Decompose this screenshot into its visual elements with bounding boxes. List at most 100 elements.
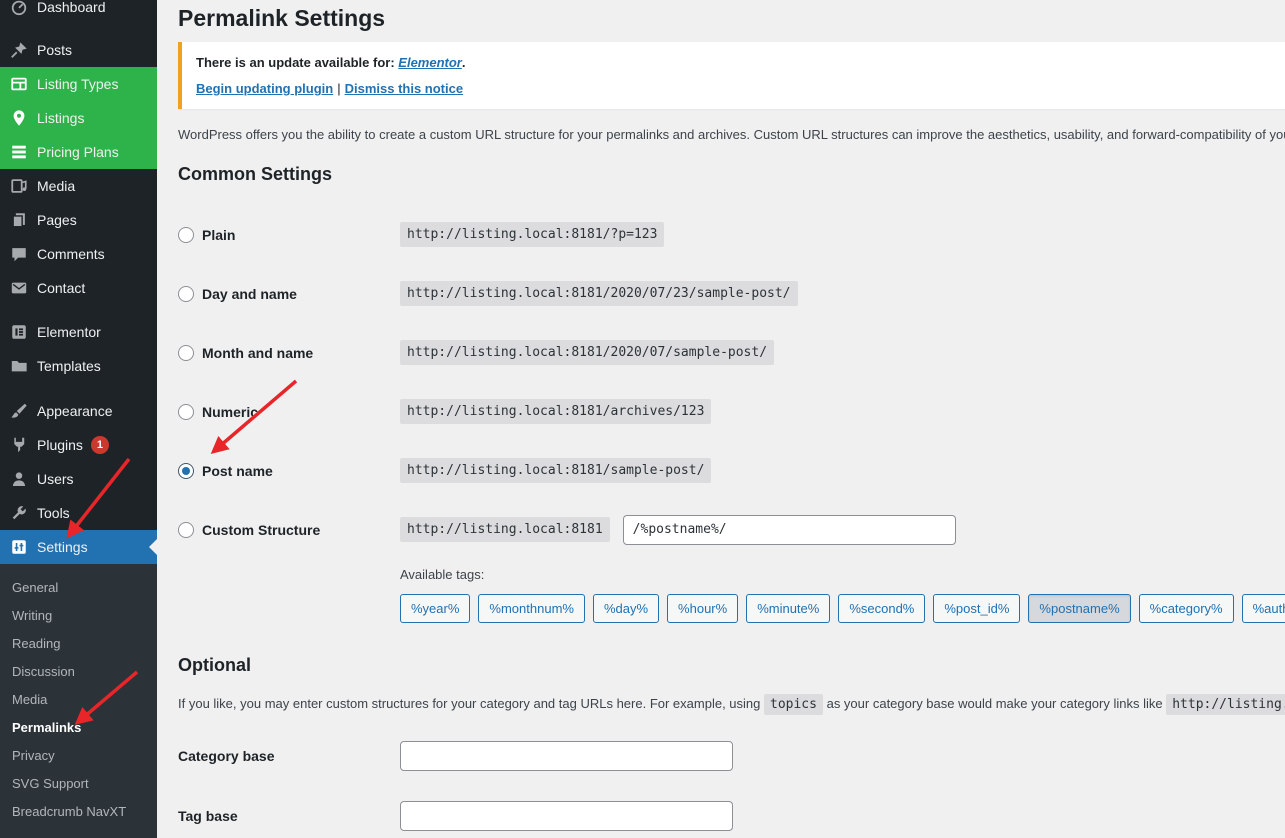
user-icon <box>9 469 29 489</box>
sidebar-item-contact[interactable]: Contact <box>0 271 157 305</box>
sidebar-item-label: Comments <box>37 246 105 262</box>
wrench-icon <box>9 503 29 523</box>
intro-paragraph: WordPress offers you the ability to crea… <box>178 127 1285 142</box>
settings-icon <box>9 537 29 557</box>
sidebar-item-posts[interactable]: Posts <box>0 33 157 67</box>
admin-sidebar: Dashboard Posts Listing Types Listings P… <box>0 0 157 838</box>
sidebar-item-label: Appearance <box>37 403 113 419</box>
sidebar-item-label: Templates <box>37 358 101 374</box>
submenu-item-label: Breadcrumb NavXT <box>12 804 126 819</box>
pages-icon <box>9 210 29 230</box>
sidebar-item-listing-types[interactable]: Listing Types <box>0 67 157 101</box>
sidebar-item-label: Media <box>37 178 75 194</box>
submenu-item-label: SVG Support <box>12 776 89 791</box>
submenu-item-writing[interactable]: Writing <box>0 601 157 629</box>
settings-submenu: General Writing Reading Discussion Media… <box>0 564 157 838</box>
submenu-item-discussion[interactable]: Discussion <box>0 657 157 685</box>
sidebar-item-pages[interactable]: Pages <box>0 203 157 237</box>
tag-button-category[interactable]: %category% <box>1139 594 1234 623</box>
submenu-item-permalinks[interactable]: Permalinks <box>0 713 157 741</box>
dismiss-notice-link[interactable]: Dismiss this notice <box>345 81 463 96</box>
sidebar-item-elementor[interactable]: Elementor <box>0 315 157 349</box>
optional-desc-text: If you like, you may enter custom struct… <box>178 696 760 711</box>
category-base-input[interactable] <box>400 741 733 771</box>
example-url: http://listing.local:8181/?p=123 <box>400 222 664 247</box>
sidebar-item-label: Plugins <box>37 437 83 453</box>
available-tags-area: Available tags: %year% %monthnum% %day% … <box>400 567 1285 623</box>
submenu-item-svg-support[interactable]: SVG Support <box>0 769 157 797</box>
option-label[interactable]: Plain <box>202 227 235 243</box>
submenu-item-label: Privacy <box>12 748 55 763</box>
available-tags-label: Available tags: <box>400 567 1285 582</box>
sidebar-item-tools[interactable]: Tools <box>0 496 157 530</box>
month-and-name-radio[interactable] <box>178 345 194 361</box>
numeric-radio[interactable] <box>178 404 194 420</box>
tag-base-label: Tag base <box>178 808 400 824</box>
tag-button-hour[interactable]: %hour% <box>667 594 738 623</box>
sidebar-item-plugins[interactable]: Plugins 1 <box>0 428 157 462</box>
submenu-item-privacy[interactable]: Privacy <box>0 741 157 769</box>
day-and-name-radio[interactable] <box>178 286 194 302</box>
separator: | <box>337 81 340 96</box>
category-link-example-code: http://listing.local:8181/topics/uncateg… <box>1166 694 1285 715</box>
tag-button-author[interactable]: %author% <box>1242 594 1285 623</box>
sidebar-item-label: Pricing Plans <box>37 144 119 160</box>
option-label[interactable]: Month and name <box>202 345 313 361</box>
table-row-numeric: Numeric http://listing.local:8181/archiv… <box>178 382 1285 441</box>
option-label[interactable]: Day and name <box>202 286 297 302</box>
optional-desc-text-2: as your category base would make your ca… <box>827 696 1163 711</box>
sidebar-item-templates[interactable]: Templates <box>0 349 157 383</box>
elementor-link[interactable]: Elementor <box>398 55 462 70</box>
tag-button-day[interactable]: %day% <box>593 594 659 623</box>
custom-structure-radio[interactable] <box>178 522 194 538</box>
sidebar-item-pricing-plans[interactable]: Pricing Plans <box>0 135 157 169</box>
submenu-item-label: Discussion <box>12 664 75 679</box>
begin-updating-plugin-link[interactable]: Begin updating plugin <box>196 81 333 96</box>
option-label[interactable]: Custom Structure <box>202 522 320 538</box>
optional-heading: Optional <box>178 655 1285 677</box>
sidebar-item-media[interactable]: Media <box>0 169 157 203</box>
tag-base-row: Tag base <box>178 800 1285 832</box>
example-url: http://listing.local:8181/archives/123 <box>400 399 711 424</box>
example-url: http://listing.local:8181/sample-post/ <box>400 458 711 483</box>
submenu-item-breadcrumb-navxt[interactable]: Breadcrumb NavXT <box>0 797 157 825</box>
tag-base-input[interactable] <box>400 801 733 831</box>
sidebar-item-comments[interactable]: Comments <box>0 237 157 271</box>
post-name-radio[interactable] <box>178 463 194 479</box>
tag-button-minute[interactable]: %minute% <box>746 594 830 623</box>
tag-button-post-id[interactable]: %post_id% <box>933 594 1020 623</box>
plain-radio[interactable] <box>178 227 194 243</box>
topics-code: topics <box>764 694 823 715</box>
main-content: Permalink Settings There is an update av… <box>157 0 1285 832</box>
tag-button-second[interactable]: %second% <box>838 594 925 623</box>
option-label[interactable]: Numeric <box>202 404 258 420</box>
sidebar-item-label: Settings <box>37 539 88 555</box>
custom-structure-input[interactable] <box>623 515 956 545</box>
notice-message: There is an update available for: Elemen… <box>196 54 1285 71</box>
sidebar-item-users[interactable]: Users <box>0 462 157 496</box>
notice-text-suffix: . <box>462 55 466 70</box>
sidebar-item-label: Tools <box>37 505 70 521</box>
submenu-item-label: Writing <box>12 608 52 623</box>
tag-button-year[interactable]: %year% <box>400 594 470 623</box>
sidebar-item-label: Users <box>37 471 74 487</box>
notice-actions: Begin updating plugin | Dismiss this notic… <box>196 80 1285 97</box>
submenu-item-general[interactable]: General <box>0 573 157 601</box>
option-label[interactable]: Post name <box>202 463 273 479</box>
tag-button-monthnum[interactable]: %monthnum% <box>478 594 585 623</box>
location-pin-icon <box>9 108 29 128</box>
tag-button-postname[interactable]: %postname% <box>1028 594 1130 623</box>
sidebar-item-listings[interactable]: Listings <box>0 101 157 135</box>
submenu-item-media[interactable]: Media <box>0 685 157 713</box>
category-base-row: Category base <box>178 740 1285 772</box>
sidebar-item-appearance[interactable]: Appearance <box>0 394 157 428</box>
sidebar-item-dashboard[interactable]: Dashboard <box>0 0 157 24</box>
pushpin-icon <box>9 40 29 60</box>
permalink-options-table: Plain http://listing.local:8181/?p=123 D… <box>178 205 1285 559</box>
submenu-item-reading[interactable]: Reading <box>0 629 157 657</box>
listing-types-icon <box>9 74 29 94</box>
optional-description: If you like, you may enter custom struct… <box>178 696 1285 712</box>
sidebar-item-settings[interactable]: Settings <box>0 530 157 564</box>
sidebar-item-label: Listings <box>37 110 84 126</box>
sidebar-item-label: Dashboard <box>37 0 106 15</box>
